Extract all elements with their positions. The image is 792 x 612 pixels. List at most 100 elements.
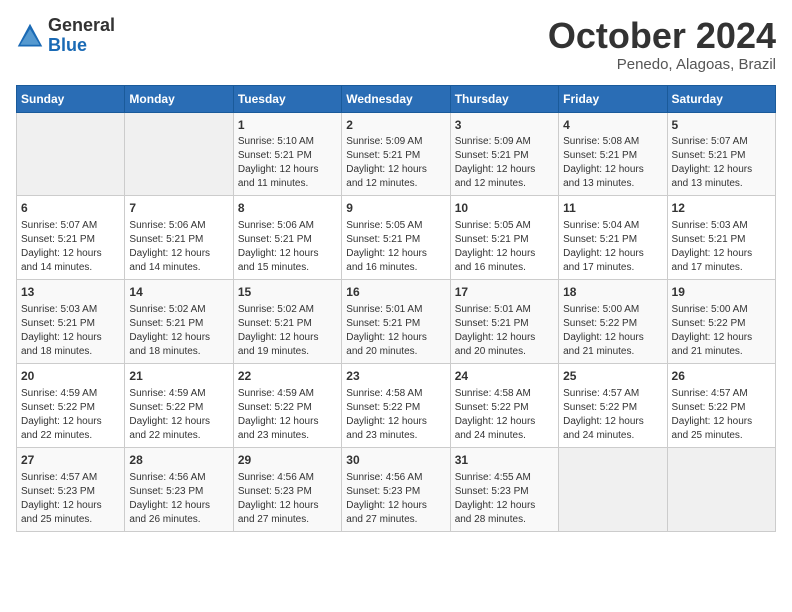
day-number: 18 xyxy=(563,284,662,301)
calendar-cell: 11 Sunrise: 5:04 AM Sunset: 5:21 PM Dayli… xyxy=(559,196,667,280)
calendar-cell: 25Sunrise: 4:57 AM Sunset: 5:22 PM Dayli… xyxy=(559,363,667,447)
calendar-cell: 30 Sunrise: 4:56 AM Sunset: 5:23 PM Dayli… xyxy=(342,447,450,531)
day-info: Sunrise: 4:57 AM Sunset: 5:22 PM Dayligh… xyxy=(672,387,771,443)
calendar-cell: 16 Sunrise: 5:01 AM Sunset: 5:21 PM Dayli… xyxy=(342,280,450,364)
calendar-cell xyxy=(125,112,233,196)
calendar-cell: 14 Sunrise: 5:02 AM Sunset: 5:21 PM Dayli… xyxy=(125,280,233,364)
day-info: Sunrise: 5:01 AM Sunset: 5:21 PM Dayligh… xyxy=(455,303,554,359)
calendar-cell: 6Sunrise: 5:07 AM Sunset: 5:21 PM Daylig… xyxy=(17,196,125,280)
calendar-cell: 28Sunrise: 4:56 AM Sunset: 5:23 PM Dayli… xyxy=(125,447,233,531)
day-header-friday: Friday xyxy=(559,85,667,112)
calendar-cell: 5Sunrise: 5:07 AM Sunset: 5:21 PM Daylig… xyxy=(667,112,775,196)
calendar-cell: 21 Sunrise: 4:59 AM Sunset: 5:22 PM Dayli… xyxy=(125,363,233,447)
calendar-header-row: SundayMondayTuesdayWednesdayThursdayFrid… xyxy=(17,85,776,112)
day-number: 5 xyxy=(672,117,771,134)
logo-icon xyxy=(16,22,44,50)
day-number: 26 xyxy=(672,368,771,385)
calendar-cell xyxy=(17,112,125,196)
day-header-monday: Monday xyxy=(125,85,233,112)
calendar-cell: 22 Sunrise: 4:59 AM Sunset: 5:22 PM Dayli… xyxy=(233,363,341,447)
calendar-cell xyxy=(559,447,667,531)
logo-general-text: General xyxy=(48,15,115,35)
calendar-week-row: 1Sunrise: 5:10 AM Sunset: 5:21 PM Daylig… xyxy=(17,112,776,196)
day-info: Sunrise: 4:56 AM Sunset: 5:23 PM Dayligh… xyxy=(129,471,228,527)
calendar-week-row: 6Sunrise: 5:07 AM Sunset: 5:21 PM Daylig… xyxy=(17,196,776,280)
day-header-saturday: Saturday xyxy=(667,85,775,112)
day-info: Sunrise: 5:06 AM Sunset: 5:21 PM Dayligh… xyxy=(238,219,337,275)
day-info: Sunrise: 4:57 AM Sunset: 5:22 PM Dayligh… xyxy=(563,387,662,443)
day-number: 3 xyxy=(455,117,554,134)
calendar-cell: 12Sunrise: 5:03 AM Sunset: 5:21 PM Dayli… xyxy=(667,196,775,280)
calendar-cell: 19 Sunrise: 5:00 AM Sunset: 5:22 PM Dayli… xyxy=(667,280,775,364)
calendar-cell: 31 Sunrise: 4:55 AM Sunset: 5:23 PM Dayli… xyxy=(450,447,558,531)
day-number: 21 xyxy=(129,368,228,385)
day-info: Sunrise: 4:57 AM Sunset: 5:23 PM Dayligh… xyxy=(21,471,120,527)
calendar-cell: 27 Sunrise: 4:57 AM Sunset: 5:23 PM Dayli… xyxy=(17,447,125,531)
calendar-cell xyxy=(667,447,775,531)
day-number: 23 xyxy=(346,368,445,385)
day-info: Sunrise: 5:03 AM Sunset: 5:21 PM Dayligh… xyxy=(672,219,771,275)
day-info: Sunrise: 4:59 AM Sunset: 5:22 PM Dayligh… xyxy=(129,387,228,443)
day-info: Sunrise: 5:04 AM Sunset: 5:21 PM Dayligh… xyxy=(563,219,662,275)
day-number: 27 xyxy=(21,452,120,469)
calendar-cell: 18 Sunrise: 5:00 AM Sunset: 5:22 PM Dayli… xyxy=(559,280,667,364)
day-info: Sunrise: 5:02 AM Sunset: 5:21 PM Dayligh… xyxy=(238,303,337,359)
calendar-week-row: 13Sunrise: 5:03 AM Sunset: 5:21 PM Dayli… xyxy=(17,280,776,364)
day-info: Sunrise: 4:59 AM Sunset: 5:22 PM Dayligh… xyxy=(238,387,337,443)
calendar-week-row: 20 Sunrise: 4:59 AM Sunset: 5:22 PM Dayli… xyxy=(17,363,776,447)
calendar-cell: 17 Sunrise: 5:01 AM Sunset: 5:21 PM Dayli… xyxy=(450,280,558,364)
calendar-cell: 8Sunrise: 5:06 AM Sunset: 5:21 PM Daylig… xyxy=(233,196,341,280)
day-info: Sunrise: 5:05 AM Sunset: 5:21 PM Dayligh… xyxy=(455,219,554,275)
day-number: 7 xyxy=(129,200,228,217)
day-info: Sunrise: 4:58 AM Sunset: 5:22 PM Dayligh… xyxy=(346,387,445,443)
day-number: 16 xyxy=(346,284,445,301)
day-header-thursday: Thursday xyxy=(450,85,558,112)
calendar-cell: 1Sunrise: 5:10 AM Sunset: 5:21 PM Daylig… xyxy=(233,112,341,196)
day-number: 14 xyxy=(129,284,228,301)
day-number: 24 xyxy=(455,368,554,385)
day-number: 19 xyxy=(672,284,771,301)
page-header: General Blue October 2024 Penedo, Alagoa… xyxy=(16,16,776,73)
day-info: Sunrise: 5:08 AM Sunset: 5:21 PM Dayligh… xyxy=(563,135,662,191)
day-info: Sunrise: 5:01 AM Sunset: 5:21 PM Dayligh… xyxy=(346,303,445,359)
logo-blue-text: Blue xyxy=(48,35,87,55)
day-info: Sunrise: 4:55 AM Sunset: 5:23 PM Dayligh… xyxy=(455,471,554,527)
day-number: 11 xyxy=(563,200,662,217)
calendar-cell: 10 Sunrise: 5:05 AM Sunset: 5:21 PM Dayli… xyxy=(450,196,558,280)
day-info: Sunrise: 5:07 AM Sunset: 5:21 PM Dayligh… xyxy=(672,135,771,191)
day-number: 10 xyxy=(455,200,554,217)
day-number: 30 xyxy=(346,452,445,469)
day-info: Sunrise: 5:05 AM Sunset: 5:21 PM Dayligh… xyxy=(346,219,445,275)
day-number: 4 xyxy=(563,117,662,134)
calendar-week-row: 27 Sunrise: 4:57 AM Sunset: 5:23 PM Dayli… xyxy=(17,447,776,531)
day-info: Sunrise: 5:02 AM Sunset: 5:21 PM Dayligh… xyxy=(129,303,228,359)
calendar-cell: 24 Sunrise: 4:58 AM Sunset: 5:22 PM Dayli… xyxy=(450,363,558,447)
day-info: Sunrise: 5:00 AM Sunset: 5:22 PM Dayligh… xyxy=(563,303,662,359)
day-info: Sunrise: 5:07 AM Sunset: 5:21 PM Dayligh… xyxy=(21,219,120,275)
day-info: Sunrise: 5:09 AM Sunset: 5:21 PM Dayligh… xyxy=(455,135,554,191)
day-header-sunday: Sunday xyxy=(17,85,125,112)
day-number: 17 xyxy=(455,284,554,301)
day-number: 20 xyxy=(21,368,120,385)
day-number: 29 xyxy=(238,452,337,469)
day-info: Sunrise: 5:10 AM Sunset: 5:21 PM Dayligh… xyxy=(238,135,337,191)
day-info: Sunrise: 4:56 AM Sunset: 5:23 PM Dayligh… xyxy=(346,471,445,527)
calendar-cell: 9 Sunrise: 5:05 AM Sunset: 5:21 PM Daylig… xyxy=(342,196,450,280)
calendar-cell: 20Sunrise: 4:59 AM Sunset: 5:22 PM Dayli… xyxy=(17,363,125,447)
day-info: Sunrise: 4:58 AM Sunset: 5:22 PM Dayligh… xyxy=(455,387,554,443)
day-header-wednesday: Wednesday xyxy=(342,85,450,112)
calendar-cell: 3Sunrise: 5:09 AM Sunset: 5:21 PM Daylig… xyxy=(450,112,558,196)
day-number: 22 xyxy=(238,368,337,385)
day-header-tuesday: Tuesday xyxy=(233,85,341,112)
day-number: 9 xyxy=(346,200,445,217)
calendar-cell: 2Sunrise: 5:09 AM Sunset: 5:21 PM Daylig… xyxy=(342,112,450,196)
day-info: Sunrise: 5:00 AM Sunset: 5:22 PM Dayligh… xyxy=(672,303,771,359)
calendar-cell: 13Sunrise: 5:03 AM Sunset: 5:21 PM Dayli… xyxy=(17,280,125,364)
day-number: 1 xyxy=(238,117,337,134)
calendar-cell: 23 Sunrise: 4:58 AM Sunset: 5:22 PM Dayli… xyxy=(342,363,450,447)
calendar-cell: 26 Sunrise: 4:57 AM Sunset: 5:22 PM Dayli… xyxy=(667,363,775,447)
day-number: 31 xyxy=(455,452,554,469)
day-number: 2 xyxy=(346,117,445,134)
month-title: October 2024 xyxy=(548,16,776,56)
calendar-cell: 7Sunrise: 5:06 AM Sunset: 5:21 PM Daylig… xyxy=(125,196,233,280)
